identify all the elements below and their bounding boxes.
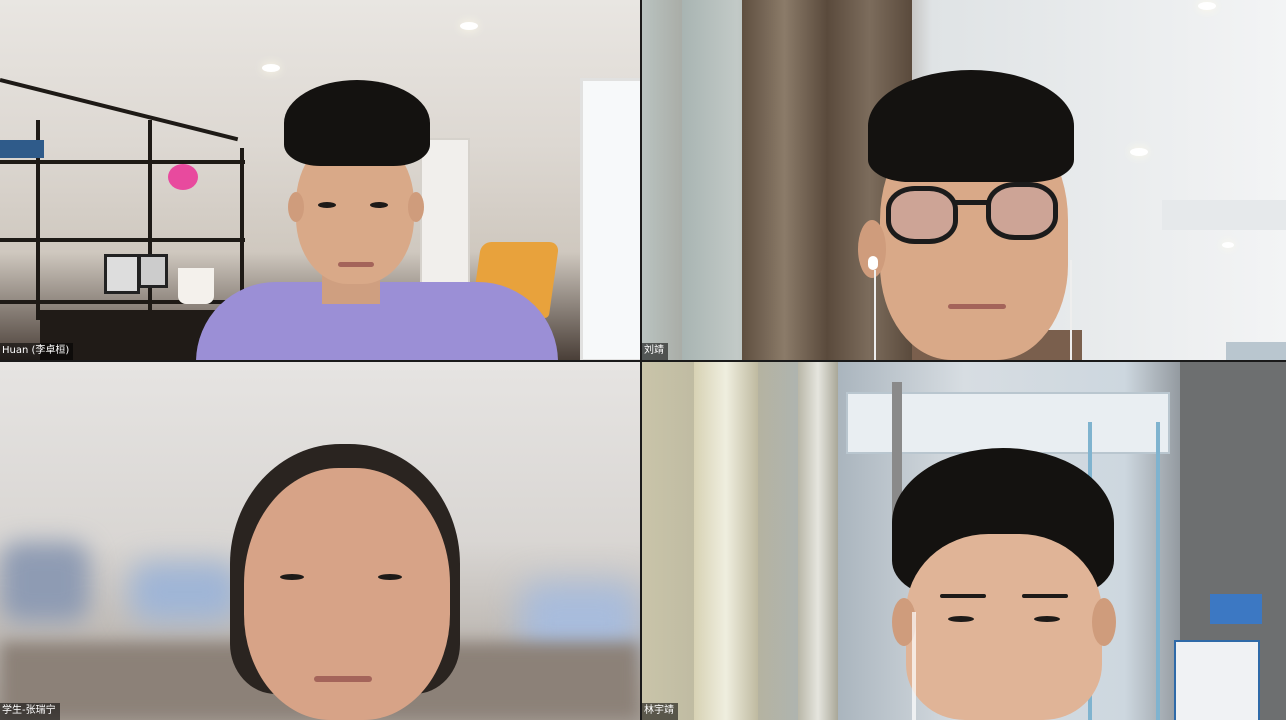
person-eyebrow bbox=[1022, 594, 1068, 598]
ceiling-light bbox=[1198, 2, 1216, 10]
picture-frame bbox=[138, 254, 168, 288]
participant-name-label: 刘靖 bbox=[642, 343, 668, 360]
picture-frame bbox=[104, 254, 140, 294]
window-frame bbox=[1226, 342, 1286, 360]
ceiling-light bbox=[262, 64, 280, 72]
participant-video-tile-1[interactable]: Huan (李卓桓) bbox=[0, 0, 640, 360]
person-eye bbox=[1034, 616, 1060, 622]
glasses-lens-left bbox=[886, 186, 958, 244]
ceiling-light bbox=[460, 22, 478, 30]
video-gallery-grid: Huan (李卓桓) 刘靖 学生-张瑞宁 林宇靖 bbox=[0, 0, 1286, 720]
window bbox=[580, 78, 640, 360]
blurred-background-object bbox=[0, 542, 90, 622]
ceiling-panel bbox=[1162, 200, 1286, 230]
flower-pot bbox=[178, 268, 214, 304]
participant-video-tile-2[interactable]: 刘靖 bbox=[642, 0, 1286, 360]
person-eye bbox=[280, 574, 304, 580]
person-eye bbox=[948, 616, 974, 622]
participant-video-tile-3[interactable]: 学生-张瑞宁 bbox=[0, 362, 640, 720]
person-mouth bbox=[314, 676, 372, 682]
person-mouth bbox=[338, 262, 374, 267]
participant-name-label: 林宇靖 bbox=[642, 703, 678, 720]
bookshelf bbox=[240, 148, 244, 308]
person-ear bbox=[1092, 598, 1116, 646]
bookshelf bbox=[148, 120, 152, 320]
paper-box bbox=[1174, 640, 1260, 720]
earbud-icon bbox=[868, 256, 878, 270]
person-ear bbox=[288, 192, 304, 222]
earbud-cable bbox=[1070, 260, 1072, 360]
person-ear bbox=[408, 192, 424, 222]
earbud-cable bbox=[874, 270, 876, 360]
ceiling-light bbox=[1222, 242, 1234, 248]
person-hair bbox=[284, 80, 430, 166]
blurred-background-object bbox=[130, 562, 240, 622]
person-face bbox=[906, 534, 1102, 720]
participant-video-tile-4[interactable]: 林宇靖 bbox=[642, 362, 1286, 720]
door-frame bbox=[694, 362, 758, 720]
person-face bbox=[244, 468, 450, 720]
glasses-lens-right bbox=[986, 182, 1058, 240]
person-eye bbox=[370, 202, 388, 208]
glasses-bridge bbox=[954, 200, 990, 205]
person-eye bbox=[378, 574, 402, 580]
interior-door bbox=[420, 138, 470, 292]
earbud-cable bbox=[912, 612, 916, 720]
participant-name-label: 学生-张瑞宁 bbox=[0, 703, 60, 720]
person-eye bbox=[318, 202, 336, 208]
orchid-flowers bbox=[168, 164, 198, 190]
person-mouth bbox=[948, 304, 1006, 309]
ceiling-light bbox=[1130, 148, 1148, 156]
books bbox=[0, 140, 44, 158]
paper-box bbox=[1210, 594, 1262, 624]
participant-name-label: Huan (李卓桓) bbox=[0, 343, 74, 360]
person-eyebrow bbox=[940, 594, 986, 598]
person-hair bbox=[868, 70, 1074, 182]
door-frame bbox=[798, 362, 838, 720]
